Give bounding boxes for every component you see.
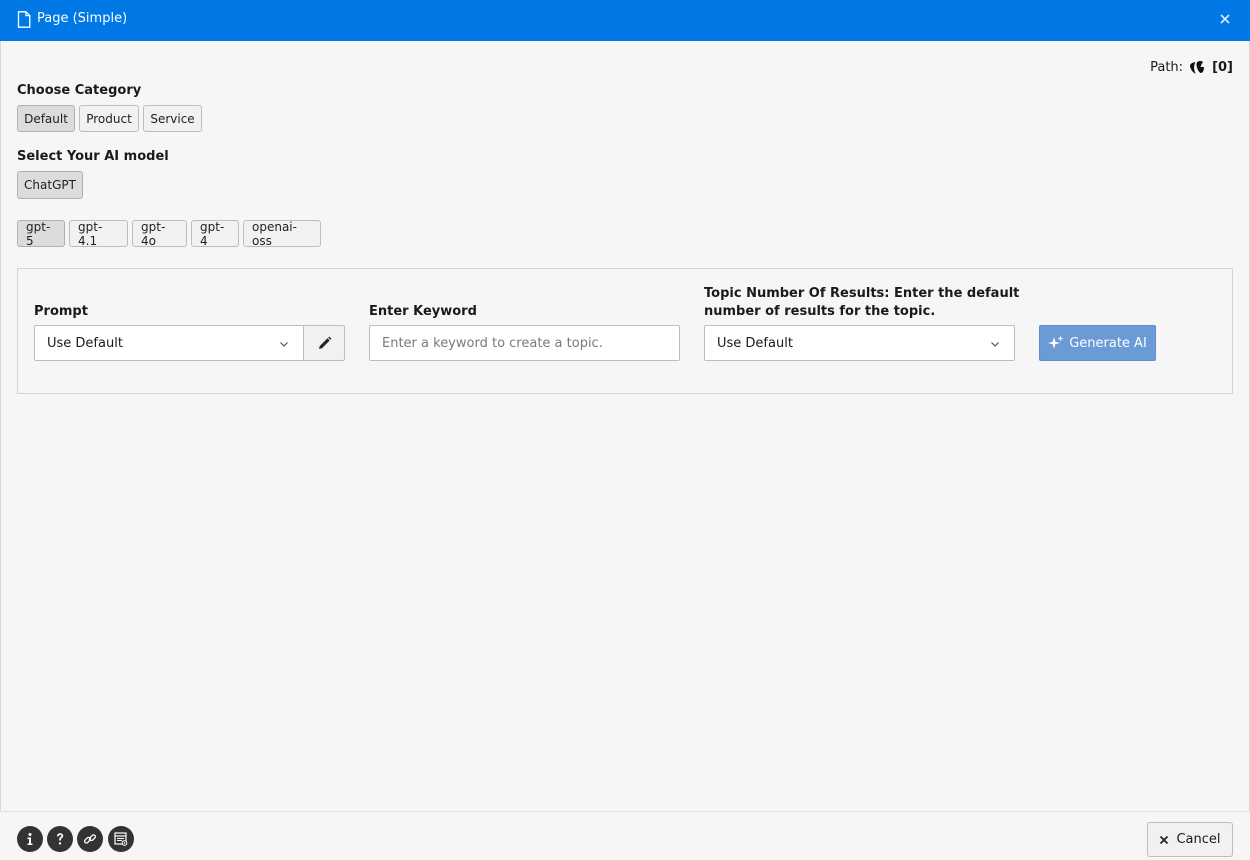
cancel-button[interactable]: Cancel: [1147, 822, 1233, 857]
chevron-down-icon: [991, 342, 999, 347]
results-label: Topic Number Of Results: Enter the defau…: [704, 285, 1019, 321]
preview-button[interactable]: [108, 826, 134, 852]
model-gpt-4-button[interactable]: gpt-4: [191, 220, 239, 248]
document-icon: [17, 11, 31, 28]
info-icon: [27, 833, 33, 845]
category-button-group: Default Product Service: [17, 105, 202, 132]
pencil-icon: [318, 336, 331, 349]
chevron-down-icon: [280, 342, 288, 347]
modal-footer: Cancel: [0, 811, 1250, 860]
cancel-label: Cancel: [1176, 832, 1221, 847]
model-gpt-4o-button[interactable]: gpt-4o: [132, 220, 187, 248]
typo3-logo-icon: [1190, 61, 1205, 74]
modal-header: Page (Simple): [0, 0, 1250, 41]
prompt-label: Prompt: [34, 304, 88, 319]
model-gpt-5-button[interactable]: gpt-5: [17, 220, 65, 248]
keyword-label: Enter Keyword: [369, 304, 477, 319]
breadcrumb-path: Path: [0]: [1150, 59, 1233, 75]
prompt-select[interactable]: Use Default: [34, 325, 304, 361]
category-heading: Choose Category: [17, 83, 142, 98]
category-service-button[interactable]: Service: [143, 105, 202, 132]
ai-model-heading: Select Your AI model: [17, 149, 169, 164]
edit-prompt-button[interactable]: [303, 325, 345, 361]
modal-title: Page (Simple): [37, 11, 128, 26]
close-icon[interactable]: [1218, 12, 1232, 26]
category-product-button[interactable]: Product: [79, 105, 139, 132]
model-openai-oss-button[interactable]: openai-oss: [243, 220, 321, 248]
close-icon: [1160, 835, 1169, 844]
results-label-line1: Topic Number Of Results: Enter the defau…: [704, 286, 1020, 301]
generate-ai-button[interactable]: Generate AI: [1039, 325, 1156, 361]
model-button-group: gpt-5 gpt-4.1 gpt-4o gpt-4 openai-oss: [17, 220, 321, 248]
results-select[interactable]: Use Default: [704, 325, 1015, 361]
info-button[interactable]: [17, 826, 43, 852]
results-label-line2: number of results for the topic.: [704, 304, 936, 319]
model-gpt-4-1-button[interactable]: gpt-4.1: [69, 220, 128, 248]
help-button[interactable]: [47, 826, 73, 852]
prompt-select-value: Use Default: [47, 335, 123, 351]
generate-ai-label: Generate AI: [1069, 335, 1147, 351]
sparkles-icon: [1048, 335, 1064, 349]
help-icon: [57, 833, 64, 845]
ai-provider-button-group: ChatGPT: [17, 171, 83, 199]
results-select-value: Use Default: [717, 335, 793, 351]
generation-form-panel: Prompt Use Default Enter Keyword Topic N…: [17, 268, 1233, 394]
prompt-field-group: Use Default: [34, 325, 345, 361]
preview-icon: [114, 832, 128, 846]
link-button[interactable]: [77, 826, 103, 852]
keyword-input[interactable]: [369, 325, 680, 361]
modal-frame: [0, 41, 1250, 860]
provider-chatgpt-button[interactable]: ChatGPT: [17, 171, 83, 199]
link-icon: [83, 834, 97, 844]
path-value: [0]: [1212, 59, 1233, 75]
category-default-button[interactable]: Default: [17, 105, 75, 132]
path-label: Path:: [1150, 59, 1184, 75]
